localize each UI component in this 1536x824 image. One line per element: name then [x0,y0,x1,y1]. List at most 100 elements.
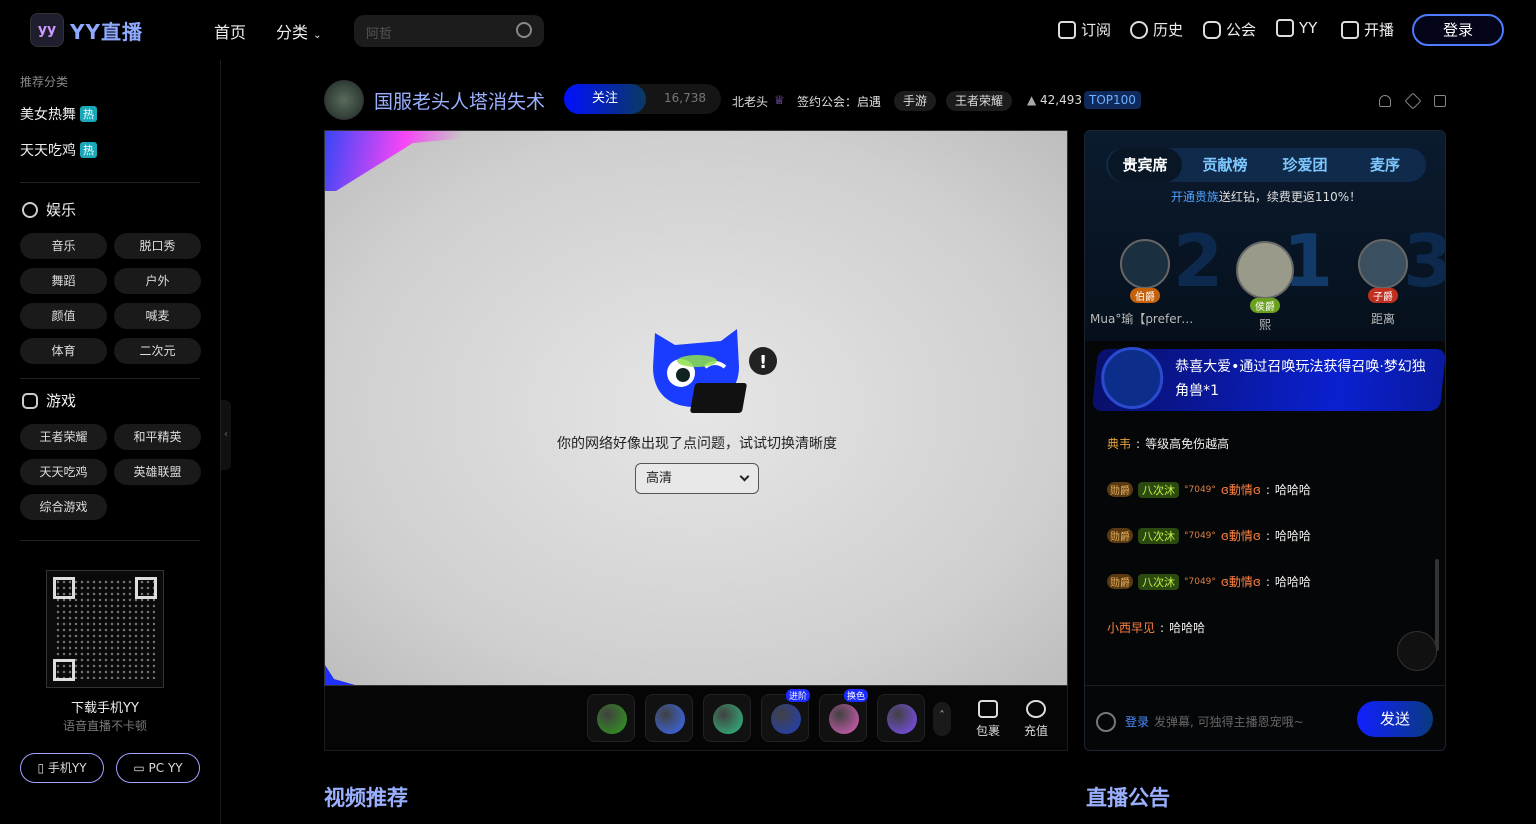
chat-user[interactable]: 典韦 [1107,435,1131,452]
chip-pubg[interactable]: 天天吃鸡 [20,459,107,485]
chat-message: 典韦 : 等级高免伤越高 [1107,435,1230,452]
download-subtitle: 语音直播不卡顿 [62,719,147,733]
chat-login-link[interactable]: 登录 [1125,713,1149,730]
pc-yy-button[interactable]: ▭ PC YY [116,753,200,783]
quality-select[interactable]: 高清 [635,463,759,494]
nav-home[interactable]: 首页 [214,19,246,43]
phone-icon[interactable] [1434,95,1446,107]
vip-seat[interactable]: 侯爵 熙 [1210,241,1320,333]
mobile-yy-button[interactable]: ▯ 手机YY [20,753,104,783]
anchor-avatar[interactable] [324,80,364,120]
chat-input[interactable]: 发弹幕, 可独得主播恩宠哦~ [1154,713,1304,730]
chip-looks[interactable]: 颜值 [20,303,107,329]
section-entertainment[interactable]: 娱乐 [22,199,76,220]
chip-outdoor[interactable]: 户外 [114,268,201,294]
share-icon[interactable] [1404,92,1422,110]
chat-user[interactable]: ɞ動情ɞ [1221,527,1261,544]
chip-lol[interactable]: 英雄联盟 [114,459,201,485]
tab-fan-club[interactable]: 珍爱团 [1268,148,1342,182]
logo-icon: yy [30,13,64,47]
chat-message: 勋爵 八次沐 °7049° ɞ動情ɞ : 哈哈哈 [1107,481,1311,498]
live-notice-heading: 直播公告 [1086,786,1170,810]
chat-user[interactable]: 小西早见 [1107,619,1155,636]
guild-label: 公会 [1226,21,1257,39]
user-level: °7049° [1184,530,1216,541]
nav-category-label: 分类 [276,23,309,42]
emoji-icon[interactable] [1096,712,1116,732]
chevron-down-icon: ⌄ [313,30,322,41]
chat-user[interactable]: ɞ動情ɞ [1221,573,1261,590]
noble-medal: 勋爵 [1107,528,1133,543]
chat-user[interactable]: ɞ動情ɞ [1221,481,1261,498]
tab-vip-seats[interactable]: 贵宾席 [1108,148,1182,182]
gift-item[interactable] [645,694,693,742]
noble-promo-link[interactable]: 开通贵族 [1171,190,1219,204]
broadcast-button[interactable]: 开播 [1341,19,1394,40]
flame-icon: ▲ [1027,93,1037,107]
chip-music[interactable]: 音乐 [20,233,107,259]
chat-settings-icon[interactable] [1397,631,1437,671]
send-button[interactable]: 发送 [1357,701,1433,737]
chevron-down-icon [739,471,750,482]
yy-icon [1276,19,1294,37]
quality-value: 高清 [646,471,673,486]
chip-sports[interactable]: 体育 [20,338,107,364]
vip-seat[interactable]: 伯爵 Mua°瑜【prefere… [1090,239,1200,327]
download-title: 下载手机YY [71,701,139,716]
noble-promo[interactable]: 开通贵族送红钻，续费更返110%！ [1085,188,1445,205]
sidebar-item-pubg[interactable]: 天天吃鸡 热 [20,140,97,160]
report-icon[interactable] [1379,95,1391,107]
chip-anime[interactable]: 二次元 [114,338,201,364]
anchor-name[interactable]: 北老头 [732,93,768,110]
gift-item[interactable]: 进阶 [761,689,810,742]
tab-mic-queue[interactable]: 麦序 [1348,148,1422,182]
chip-talkshow[interactable]: 脱口秀 [114,233,201,259]
svg-text:!: ! [759,352,767,373]
chat-scrollbar[interactable] [1435,559,1439,651]
login-button[interactable]: 登录 [1412,14,1504,46]
camera-icon [1341,20,1359,39]
gift-item[interactable] [703,694,751,742]
guild-button[interactable]: 公会 [1203,19,1256,40]
tag-mobile-game[interactable]: 手游 [894,91,937,111]
top100-badge[interactable]: TOP100 [1084,91,1141,109]
sidebar-item-dance[interactable]: 美女热舞 热 [20,104,97,124]
nav-category[interactable]: 分类 ⌄ [276,19,322,43]
yy-logo[interactable]: yy YY直播 [30,12,143,48]
section-games[interactable]: 游戏 [22,390,76,411]
guild-info[interactable]: 签约公会：启遇 [797,93,881,110]
subscribe-button[interactable]: 订阅 [1058,19,1111,40]
yy-button[interactable]: YY [1276,19,1317,37]
panel-header: 贵宾席 贡献榜 珍爱团 麦序 开通贵族送红钻，续费更返110%！ 2 1 3 伯… [1085,131,1445,341]
chip-honor-of-kings[interactable]: 王者荣耀 [20,424,107,450]
room-title: 国服老头人塔消失术 [374,91,546,113]
gift-icon [771,704,801,734]
gift-item[interactable] [877,694,925,742]
tab-contribution[interactable]: 贡献榜 [1188,148,1262,182]
follow-button[interactable]: 关注 [564,84,646,114]
chevron-up-icon[interactable]: ˆ [933,702,951,736]
bag-icon [978,700,998,718]
divider [20,378,200,379]
recharge-button[interactable]: 充值 [1021,700,1051,739]
sidebar-collapse-handle[interactable]: ‹ [221,400,231,470]
gift-icon [887,704,917,734]
video-player[interactable]: ! 你的网络好像出现了点问题，试试切换清晰度 高清 [324,130,1068,686]
subscribe-label: 订阅 [1081,21,1112,39]
vip-seat[interactable]: 子爵 距离 [1328,239,1438,327]
chip-peace-elite[interactable]: 和平精英 [114,424,201,450]
search-input[interactable]: 阿哲 [354,15,544,47]
history-button[interactable]: 历史 [1130,19,1183,40]
fan-badge: 八次沐 [1138,527,1179,544]
gift-item[interactable] [587,694,635,742]
avatar [1358,239,1408,289]
tag-honor-of-kings[interactable]: 王者荣耀 [946,91,1013,111]
gift-item[interactable]: 换色 [819,689,868,742]
room-header: 国服老头人塔消失术 关注 16,738 北老头 ♕ 签约公会：启遇 手游 王者荣… [324,80,1454,120]
chip-mc[interactable]: 喊麦 [114,303,201,329]
chip-dance[interactable]: 舞蹈 [20,268,107,294]
gamepad-icon [22,392,38,409]
bag-button[interactable]: 包裹 [973,700,1003,739]
search-icon[interactable] [516,22,532,38]
chip-general-games[interactable]: 综合游戏 [20,494,107,520]
